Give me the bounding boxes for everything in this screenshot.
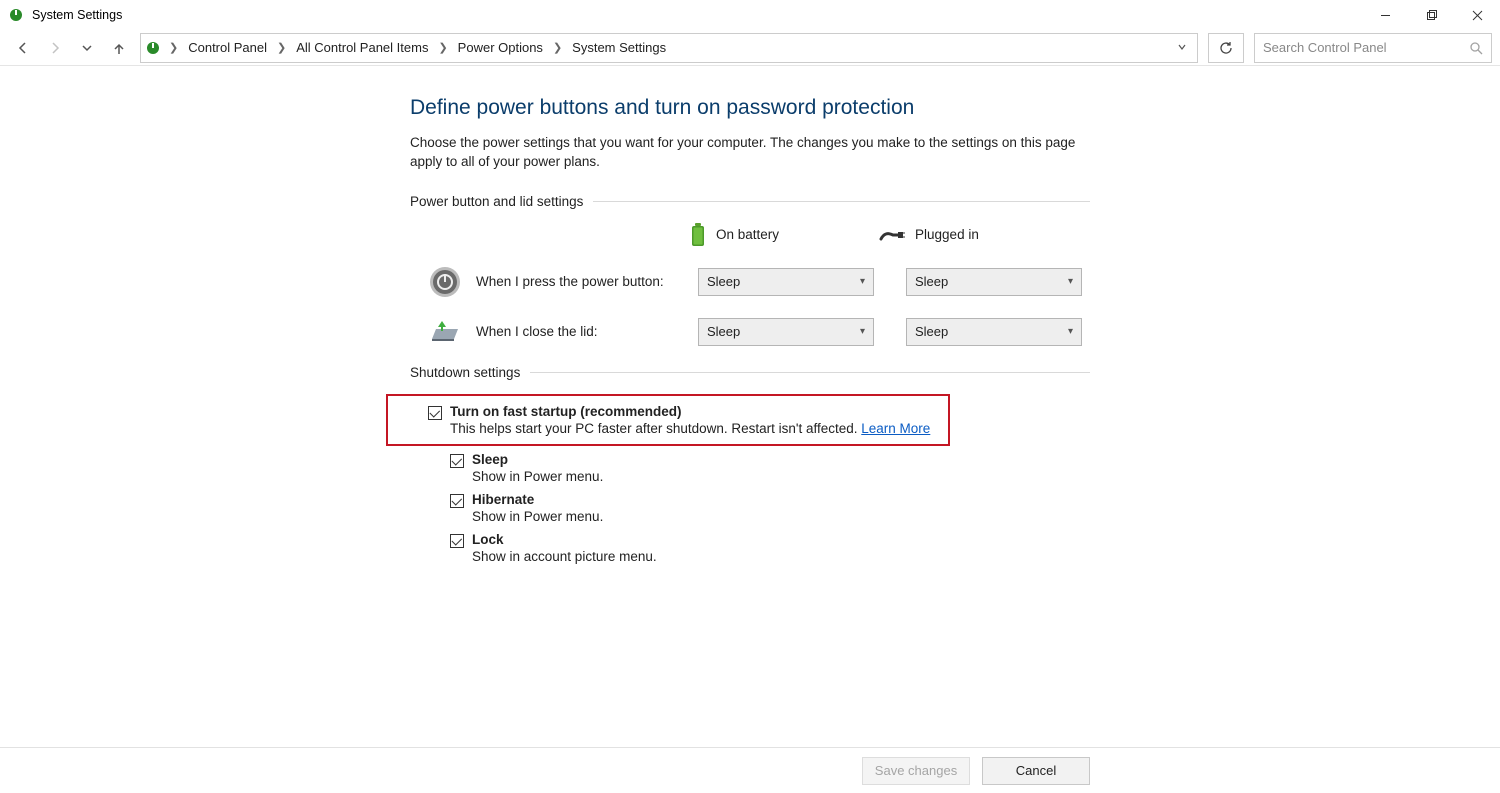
- checkbox-label: Lock: [472, 532, 657, 547]
- address-bar[interactable]: ❯ Control Panel ❯ All Control Panel Item…: [140, 33, 1198, 63]
- refresh-button[interactable]: [1208, 33, 1244, 63]
- highlighted-setting: Turn on fast startup (recommended) This …: [386, 394, 950, 446]
- close-lid-plugged-select[interactable]: Sleep ▾: [906, 318, 1082, 346]
- navigation-toolbar: ❯ Control Panel ❯ All Control Panel Item…: [0, 30, 1500, 66]
- maximize-button[interactable]: [1408, 0, 1454, 30]
- checkbox-label: Turn on fast startup (recommended): [450, 404, 930, 419]
- forward-button[interactable]: [44, 37, 66, 59]
- cancel-button[interactable]: Cancel: [982, 757, 1090, 785]
- row-label: When I press the power button:: [476, 274, 684, 289]
- page-description: Choose the power settings that you want …: [410, 134, 1090, 172]
- chevron-down-icon: ▾: [1068, 326, 1073, 337]
- footer-buttons: Save changes Cancel: [0, 747, 1500, 793]
- power-button-battery-select[interactable]: Sleep ▾: [698, 268, 874, 296]
- checkbox-description: Show in account picture menu.: [472, 547, 657, 564]
- checkbox-fast-startup[interactable]: [428, 406, 442, 420]
- close-button[interactable]: [1454, 0, 1500, 30]
- checkbox-description: Show in Power menu.: [472, 507, 603, 524]
- chevron-right-icon: ❯: [275, 41, 288, 54]
- back-button[interactable]: [12, 37, 34, 59]
- column-label: On battery: [716, 227, 779, 242]
- page-title: Define power buttons and turn on passwor…: [410, 96, 1090, 120]
- select-value: Sleep: [707, 324, 740, 339]
- divider: [530, 372, 1090, 373]
- checkbox-hibernate[interactable]: [450, 494, 464, 508]
- setting-fast-startup: Turn on fast startup (recommended) This …: [388, 402, 948, 438]
- column-plugged-in: Plugged in: [879, 227, 979, 243]
- up-button[interactable]: [108, 37, 130, 59]
- column-label: Plugged in: [915, 227, 979, 242]
- close-lid-icon: [428, 315, 462, 349]
- battery-icon: [690, 223, 706, 247]
- chevron-down-icon: ▾: [860, 276, 865, 287]
- select-value: Sleep: [915, 324, 948, 339]
- column-headers: On battery Plugged in: [410, 223, 1090, 247]
- row-close-lid: When I close the lid: Sleep ▾ Sleep ▾: [410, 315, 1090, 349]
- setting-lock: Lock Show in account picture menu.: [410, 530, 1090, 566]
- breadcrumb-item[interactable]: Power Options: [454, 38, 547, 57]
- select-value: Sleep: [915, 274, 948, 289]
- address-dropdown-button[interactable]: [1173, 40, 1191, 55]
- close-lid-battery-select[interactable]: Sleep ▾: [698, 318, 874, 346]
- setting-hibernate: Hibernate Show in Power menu.: [410, 490, 1090, 526]
- title-bar: System Settings: [0, 0, 1500, 30]
- search-input[interactable]: [1263, 40, 1469, 55]
- control-panel-icon: [145, 40, 161, 56]
- shutdown-settings-list: Turn on fast startup (recommended) This …: [410, 394, 1090, 566]
- checkbox-label: Sleep: [472, 452, 603, 467]
- content-area: Define power buttons and turn on passwor…: [0, 66, 1500, 747]
- minimize-button[interactable]: [1362, 0, 1408, 30]
- chevron-down-icon: ▾: [1068, 276, 1073, 287]
- row-power-button: When I press the power button: Sleep ▾ S…: [410, 265, 1090, 299]
- checkbox-lock[interactable]: [450, 534, 464, 548]
- chevron-down-icon: ▾: [860, 326, 865, 337]
- chevron-right-icon: ❯: [167, 41, 180, 54]
- setting-sleep: Sleep Show in Power menu.: [410, 450, 1090, 486]
- column-on-battery: On battery: [690, 223, 779, 247]
- chevron-right-icon: ❯: [436, 41, 449, 54]
- checkbox-description: Show in Power menu.: [472, 467, 603, 484]
- chevron-right-icon: ❯: [551, 41, 564, 54]
- window-title: System Settings: [32, 8, 122, 22]
- checkbox-sleep[interactable]: [450, 454, 464, 468]
- divider: [593, 201, 1090, 202]
- search-icon: [1469, 41, 1483, 55]
- recent-locations-button[interactable]: [76, 37, 98, 59]
- power-button-icon: [428, 265, 462, 299]
- checkbox-description: This helps start your PC faster after sh…: [450, 419, 930, 436]
- row-label: When I close the lid:: [476, 324, 684, 339]
- breadcrumb-item[interactable]: All Control Panel Items: [292, 38, 432, 57]
- plug-icon: [879, 227, 905, 243]
- power-button-plugged-select[interactable]: Sleep ▾: [906, 268, 1082, 296]
- section-header-label: Shutdown settings: [410, 365, 520, 380]
- app-icon: [8, 7, 24, 23]
- breadcrumb-item[interactable]: Control Panel: [184, 38, 271, 57]
- section-header-power-lid: Power button and lid settings: [410, 194, 1090, 209]
- section-header-label: Power button and lid settings: [410, 194, 583, 209]
- search-box[interactable]: [1254, 33, 1492, 63]
- section-header-shutdown: Shutdown settings: [410, 365, 1090, 380]
- learn-more-link[interactable]: Learn More: [861, 421, 930, 436]
- checkbox-label: Hibernate: [472, 492, 603, 507]
- save-changes-button[interactable]: Save changes: [862, 757, 970, 785]
- breadcrumb-item[interactable]: System Settings: [568, 38, 670, 57]
- select-value: Sleep: [707, 274, 740, 289]
